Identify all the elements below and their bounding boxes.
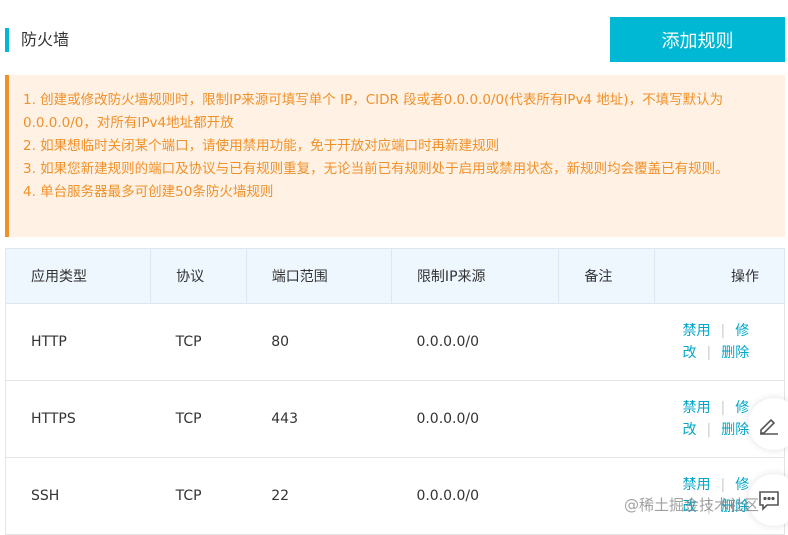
cell-ip: 0.0.0.0/0 <box>391 303 559 381</box>
add-rule-button[interactable]: 添加规则 <box>610 17 785 62</box>
cell-actions: 禁用 | 修改 | 删除 <box>654 303 785 381</box>
watermark: @稀土掘金技术社区 <box>624 496 760 514</box>
cell-note <box>558 303 655 381</box>
delete-link[interactable]: 删除 <box>721 422 749 438</box>
col-ip: 限制IP来源 <box>390 248 560 304</box>
col-app: 应用类型 <box>4 248 152 304</box>
delete-link[interactable]: 删除 <box>721 345 749 361</box>
rules-table: 应用类型 协议 端口范围 限制IP来源 备注 操作 HTTP TCP 80 0.0.0… <box>4 248 785 535</box>
page-title: 防火墙 <box>5 28 69 52</box>
cell-app: HTTPS <box>4 380 151 458</box>
cell-protocol: TCP <box>150 457 247 535</box>
notice-line: 3. 如果您新建规则的端口及协议与已有规则重复，无论当前已有规则处于启用或禁用状… <box>23 161 729 177</box>
table-row: HTTPS TCP 443 0.0.0.0/0 禁用 | 修改 | 删除 <box>4 380 785 458</box>
col-note: 备注 <box>558 248 655 304</box>
notice-line: 4. 单台服务器最多可创建50条防火墙规则 <box>23 184 274 200</box>
col-actions: 操作 <box>654 248 785 304</box>
notice-line: 2. 如果想临时关闭某个端口，请使用禁用功能，免于开放对应端口时再新建规则 <box>23 138 500 154</box>
disable-link[interactable]: 禁用 <box>683 400 711 416</box>
col-protocol: 协议 <box>150 248 247 304</box>
separator: | <box>706 345 712 361</box>
pencil-icon <box>760 418 778 435</box>
disable-link[interactable]: 禁用 <box>683 477 711 493</box>
cell-port: 80 <box>246 303 392 381</box>
separator: | <box>720 323 726 339</box>
cell-port: 443 <box>246 380 392 458</box>
cell-protocol: TCP <box>150 380 247 458</box>
cell-protocol: TCP <box>150 303 247 381</box>
separator: | <box>706 422 712 438</box>
cell-port: 22 <box>246 457 392 535</box>
cell-note <box>558 380 655 458</box>
notice-box: 1. 创建或修改防火墙规则时，限制IP来源可填写单个 IP，CIDR 段或者0.… <box>5 75 785 237</box>
cell-app: HTTP <box>4 303 151 381</box>
table-row: HTTP TCP 80 0.0.0.0/0 禁用 | 修改 | 删除 <box>4 303 785 381</box>
disable-link[interactable]: 禁用 <box>683 323 711 339</box>
cell-ip: 0.0.0.0/0 <box>391 457 559 535</box>
cell-app: SSH <box>4 457 151 535</box>
separator: | <box>720 400 726 416</box>
cell-ip: 0.0.0.0/0 <box>391 380 559 458</box>
notice-line: 1. 创建或修改防火墙规则时，限制IP来源可填写单个 IP，CIDR 段或者0.… <box>23 92 724 131</box>
separator: | <box>720 477 726 493</box>
comment-icon <box>759 491 779 511</box>
col-port: 端口范围 <box>245 248 392 304</box>
